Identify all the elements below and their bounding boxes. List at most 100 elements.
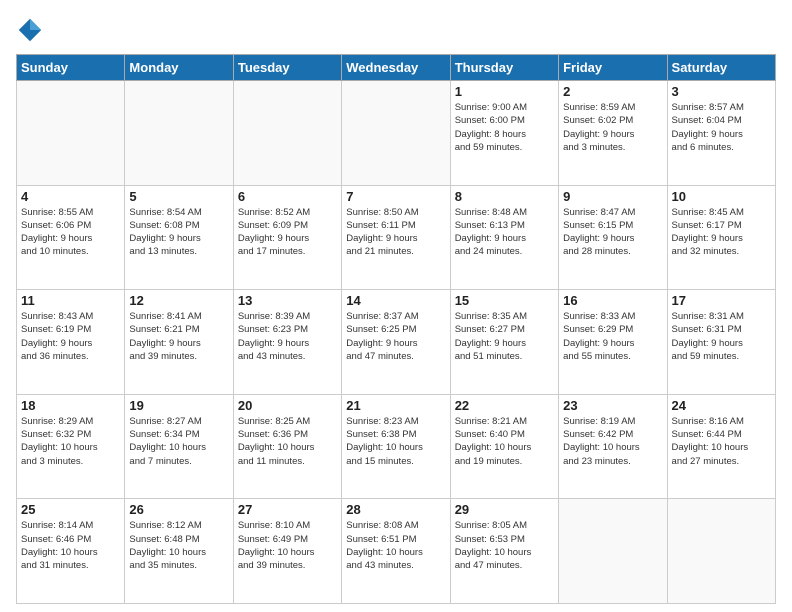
weekday-header-row: SundayMondayTuesdayWednesdayThursdayFrid… — [17, 55, 776, 81]
day-info: Sunrise: 8:21 AM Sunset: 6:40 PM Dayligh… — [455, 415, 554, 468]
day-info: Sunrise: 8:16 AM Sunset: 6:44 PM Dayligh… — [672, 415, 771, 468]
day-info: Sunrise: 8:12 AM Sunset: 6:48 PM Dayligh… — [129, 519, 228, 572]
calendar-cell: 13Sunrise: 8:39 AM Sunset: 6:23 PM Dayli… — [233, 290, 341, 395]
calendar-cell: 2 Sunrise: 8:59 AM Sunset: 6:02 PM Daylig… — [559, 81, 667, 186]
week-row-4: 18 Sunrise: 8:29 AM Sunset: 6:32 PM Dayli… — [17, 394, 776, 499]
header — [16, 16, 776, 44]
calendar-cell: 4 Sunrise: 8:55 AM Sunset: 6:06 PM Daylig… — [17, 185, 125, 290]
calendar-cell: 6 Sunrise: 8:52 AM Sunset: 6:09 PM Daylig… — [233, 185, 341, 290]
weekday-header-monday: Monday — [125, 55, 233, 81]
week-row-2: 4 Sunrise: 8:55 AM Sunset: 6:06 PM Daylig… — [17, 185, 776, 290]
day-info: Sunrise: 8:43 AM Sunset: 6:19 PM Dayligh… — [21, 310, 120, 363]
day-number: 6 — [238, 189, 337, 204]
day-number: 9 — [563, 189, 662, 204]
calendar-cell: 7 Sunrise: 8:50 AM Sunset: 6:11 PM Daylig… — [342, 185, 450, 290]
day-number: 26 — [129, 502, 228, 517]
day-info: Sunrise: 8:25 AM Sunset: 6:36 PM Dayligh… — [238, 415, 337, 468]
day-info: Sunrise: 8:14 AM Sunset: 6:46 PM Dayligh… — [21, 519, 120, 572]
week-row-1: 1 Sunrise: 9:00 AM Sunset: 6:00 PM Daylig… — [17, 81, 776, 186]
day-info: Sunrise: 9:00 AM Sunset: 6:00 PM Dayligh… — [455, 101, 554, 154]
weekday-header-wednesday: Wednesday — [342, 55, 450, 81]
day-info: Sunrise: 8:39 AM Sunset: 6:23 PM Dayligh… — [238, 310, 337, 363]
day-number: 28 — [346, 502, 445, 517]
day-info: Sunrise: 8:48 AM Sunset: 6:13 PM Dayligh… — [455, 206, 554, 259]
calendar-cell: 22 Sunrise: 8:21 AM Sunset: 6:40 PM Dayli… — [450, 394, 558, 499]
day-number: 1 — [455, 84, 554, 99]
day-info: Sunrise: 8:41 AM Sunset: 6:21 PM Dayligh… — [129, 310, 228, 363]
day-number: 19 — [129, 398, 228, 413]
day-number: 18 — [21, 398, 120, 413]
day-number: 25 — [21, 502, 120, 517]
week-row-3: 11 Sunrise: 8:43 AM Sunset: 6:19 PM Dayli… — [17, 290, 776, 395]
calendar-cell — [342, 81, 450, 186]
calendar-cell: 18 Sunrise: 8:29 AM Sunset: 6:32 PM Dayli… — [17, 394, 125, 499]
day-info: Sunrise: 8:52 AM Sunset: 6:09 PM Dayligh… — [238, 206, 337, 259]
day-number: 14 — [346, 293, 445, 308]
day-info: Sunrise: 8:54 AM Sunset: 6:08 PM Dayligh… — [129, 206, 228, 259]
day-number: 12 — [129, 293, 228, 308]
calendar-cell — [17, 81, 125, 186]
calendar-cell: 29 Sunrise: 8:05 AM Sunset: 6:53 PM Dayli… — [450, 499, 558, 604]
day-info: Sunrise: 8:31 AM Sunset: 6:31 PM Dayligh… — [672, 310, 771, 363]
calendar: SundayMondayTuesdayWednesdayThursdayFrid… — [16, 54, 776, 604]
day-number: 22 — [455, 398, 554, 413]
day-info: Sunrise: 8:27 AM Sunset: 6:34 PM Dayligh… — [129, 415, 228, 468]
day-number: 23 — [563, 398, 662, 413]
page: SundayMondayTuesdayWednesdayThursdayFrid… — [0, 0, 792, 612]
calendar-cell: 20 Sunrise: 8:25 AM Sunset: 6:36 PM Dayli… — [233, 394, 341, 499]
calendar-cell: 27 Sunrise: 8:10 AM Sunset: 6:49 PM Dayli… — [233, 499, 341, 604]
day-info: Sunrise: 8:23 AM Sunset: 6:38 PM Dayligh… — [346, 415, 445, 468]
day-number: 27 — [238, 502, 337, 517]
day-number: 11 — [21, 293, 120, 308]
day-info: Sunrise: 8:10 AM Sunset: 6:49 PM Dayligh… — [238, 519, 337, 572]
day-info: Sunrise: 8:59 AM Sunset: 6:02 PM Dayligh… — [563, 101, 662, 154]
day-number: 17 — [672, 293, 771, 308]
calendar-cell — [125, 81, 233, 186]
day-info: Sunrise: 8:05 AM Sunset: 6:53 PM Dayligh… — [455, 519, 554, 572]
logo — [16, 16, 48, 44]
calendar-cell: 21 Sunrise: 8:23 AM Sunset: 6:38 PM Dayli… — [342, 394, 450, 499]
day-info: Sunrise: 8:37 AM Sunset: 6:25 PM Dayligh… — [346, 310, 445, 363]
day-info: Sunrise: 8:55 AM Sunset: 6:06 PM Dayligh… — [21, 206, 120, 259]
day-number: 24 — [672, 398, 771, 413]
calendar-cell: 10 Sunrise: 8:45 AM Sunset: 6:17 PM Dayli… — [667, 185, 775, 290]
calendar-cell: 25 Sunrise: 8:14 AM Sunset: 6:46 PM Dayli… — [17, 499, 125, 604]
day-info: Sunrise: 8:35 AM Sunset: 6:27 PM Dayligh… — [455, 310, 554, 363]
calendar-cell: 11 Sunrise: 8:43 AM Sunset: 6:19 PM Dayli… — [17, 290, 125, 395]
calendar-cell — [667, 499, 775, 604]
day-number: 29 — [455, 502, 554, 517]
week-row-5: 25 Sunrise: 8:14 AM Sunset: 6:46 PM Dayli… — [17, 499, 776, 604]
day-number: 21 — [346, 398, 445, 413]
day-info: Sunrise: 8:08 AM Sunset: 6:51 PM Dayligh… — [346, 519, 445, 572]
calendar-cell: 8 Sunrise: 8:48 AM Sunset: 6:13 PM Daylig… — [450, 185, 558, 290]
day-number: 20 — [238, 398, 337, 413]
calendar-cell: 9 Sunrise: 8:47 AM Sunset: 6:15 PM Daylig… — [559, 185, 667, 290]
weekday-header-tuesday: Tuesday — [233, 55, 341, 81]
day-number: 4 — [21, 189, 120, 204]
calendar-cell: 23 Sunrise: 8:19 AM Sunset: 6:42 PM Dayli… — [559, 394, 667, 499]
day-number: 2 — [563, 84, 662, 99]
weekday-header-saturday: Saturday — [667, 55, 775, 81]
calendar-cell: 24 Sunrise: 8:16 AM Sunset: 6:44 PM Dayli… — [667, 394, 775, 499]
logo-icon — [16, 16, 44, 44]
calendar-cell: 16Sunrise: 8:33 AM Sunset: 6:29 PM Dayli… — [559, 290, 667, 395]
day-info: Sunrise: 8:50 AM Sunset: 6:11 PM Dayligh… — [346, 206, 445, 259]
day-number: 8 — [455, 189, 554, 204]
calendar-cell: 3Sunrise: 8:57 AM Sunset: 6:04 PM Daylig… — [667, 81, 775, 186]
calendar-cell — [233, 81, 341, 186]
calendar-cell: 5 Sunrise: 8:54 AM Sunset: 6:08 PM Daylig… — [125, 185, 233, 290]
day-number: 7 — [346, 189, 445, 204]
day-number: 10 — [672, 189, 771, 204]
day-info: Sunrise: 8:47 AM Sunset: 6:15 PM Dayligh… — [563, 206, 662, 259]
day-number: 5 — [129, 189, 228, 204]
day-info: Sunrise: 8:45 AM Sunset: 6:17 PM Dayligh… — [672, 206, 771, 259]
weekday-header-friday: Friday — [559, 55, 667, 81]
day-number: 15 — [455, 293, 554, 308]
day-info: Sunrise: 8:33 AM Sunset: 6:29 PM Dayligh… — [563, 310, 662, 363]
calendar-cell: 1 Sunrise: 9:00 AM Sunset: 6:00 PM Daylig… — [450, 81, 558, 186]
calendar-cell: 19 Sunrise: 8:27 AM Sunset: 6:34 PM Dayli… — [125, 394, 233, 499]
calendar-cell: 26 Sunrise: 8:12 AM Sunset: 6:48 PM Dayli… — [125, 499, 233, 604]
day-info: Sunrise: 8:29 AM Sunset: 6:32 PM Dayligh… — [21, 415, 120, 468]
day-info: Sunrise: 8:19 AM Sunset: 6:42 PM Dayligh… — [563, 415, 662, 468]
calendar-cell: 28 Sunrise: 8:08 AM Sunset: 6:51 PM Dayli… — [342, 499, 450, 604]
